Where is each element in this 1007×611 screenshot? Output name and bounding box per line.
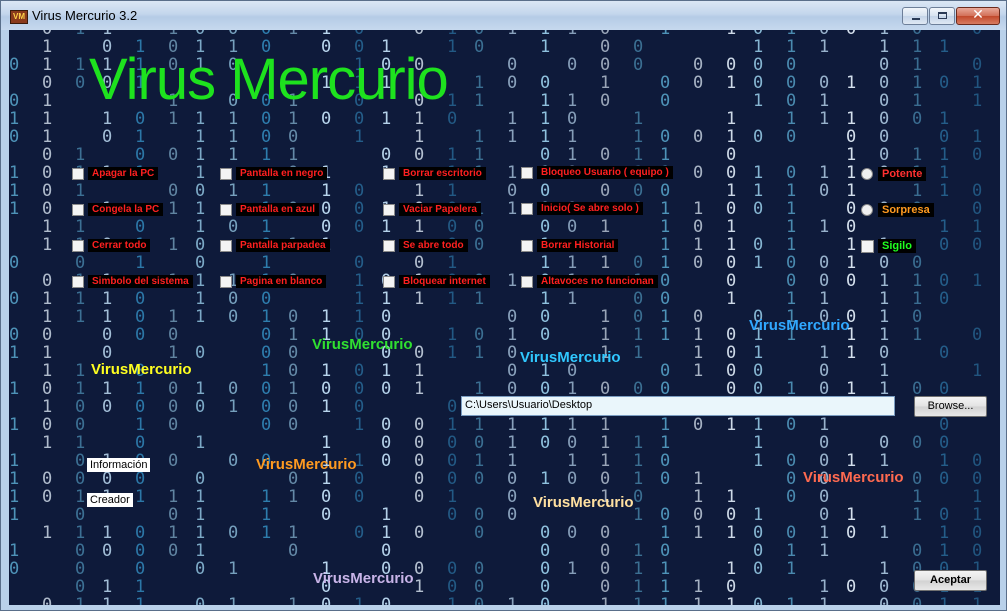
checkbox-box[interactable] — [521, 275, 533, 288]
checkbox-pantalla-azul[interactable]: Pantalla en azul — [220, 203, 320, 216]
checkbox-box[interactable] — [220, 239, 232, 252]
checkbox-label: Congela la PC — [88, 203, 164, 216]
radio-potente[interactable]: Potente — [861, 167, 927, 181]
checkbox-pagina-blanco[interactable]: Pagina en blanco — [220, 275, 327, 288]
checkbox-box[interactable] — [521, 239, 533, 252]
watermark-label: VirusMercurio — [91, 361, 192, 378]
form-client-area: 0 0 1 0 1 1 1 0 0 0 1 1 1 1 1 1 1 1 0 1 … — [9, 30, 1000, 605]
checkbox-label: Pantalla en negro — [236, 167, 328, 180]
checkbox-borrar-escritorio[interactable]: Borrar escritorio — [383, 167, 486, 180]
radio-sorpresa[interactable]: Sorpresa — [861, 203, 934, 217]
checkbox-box[interactable] — [220, 167, 232, 180]
creator-link[interactable]: Creador — [87, 493, 133, 507]
checkbox-label: Apagar la PC — [88, 167, 159, 180]
checkbox-pantalla-parpadea[interactable]: Pantalla parpadea — [220, 239, 330, 252]
minimize-icon — [912, 18, 920, 20]
checkbox-label: Pagina en blanco — [236, 275, 327, 288]
close-icon: ✕ — [972, 7, 984, 23]
checkbox-label: Cerrar todo — [88, 239, 151, 252]
info-link[interactable]: Información — [87, 458, 151, 472]
app-icon: VM — [10, 10, 28, 24]
radio-label: Potente — [878, 167, 927, 181]
checkbox-box[interactable] — [383, 275, 395, 288]
watermark-label: VirusMercurio — [313, 570, 414, 587]
checkbox-borrar-historial[interactable]: Borrar Historial — [521, 239, 619, 252]
checkbox-label: Pantalla en azul — [236, 203, 320, 216]
binary-background: 0 0 1 0 1 1 1 0 0 0 1 1 1 1 1 1 1 1 0 1 … — [9, 30, 1000, 605]
checkbox-vaciar-papelera[interactable]: Vaciar Papelera — [383, 203, 481, 216]
checkbox-apagar[interactable]: Apagar la PC — [72, 167, 159, 180]
checkbox-box[interactable] — [383, 203, 395, 216]
checkbox-label: Pantalla parpadea — [236, 239, 330, 252]
radio-dot[interactable] — [861, 204, 873, 216]
close-button[interactable]: ✕ — [956, 7, 1000, 25]
checkbox-box[interactable] — [383, 167, 395, 180]
title-bar[interactable]: VM Virus Mercurio 3.2 ✕ — [1, 1, 1006, 30]
path-input[interactable]: C:\Users\Usuario\Desktop — [461, 396, 895, 416]
browse-button[interactable]: Browse... — [914, 396, 987, 417]
checkbox-pantalla-negro[interactable]: Pantalla en negro — [220, 167, 328, 180]
checkbox-label: Simbolo del sistema — [88, 275, 193, 288]
checkbox-box[interactable] — [72, 239, 84, 252]
checkbox-box[interactable] — [220, 203, 232, 216]
checkbox-label: Borrar Historial — [537, 239, 619, 252]
checkbox-altavoces[interactable]: Altavoces no funcionan — [521, 275, 658, 288]
checkbox-simbolo[interactable]: Simbolo del sistema — [72, 275, 193, 288]
checkbox-label: Borrar escritorio — [399, 167, 486, 180]
minimize-button[interactable] — [902, 7, 928, 25]
checkbox-label: Sigilo — [878, 239, 916, 253]
maximize-icon — [938, 12, 947, 19]
binary-column: 0 0 1 1 1 0 0 0 1 0 1 0 1 0 0 0 1 1 0 0 … — [972, 30, 983, 605]
checkbox-box[interactable] — [72, 275, 84, 288]
checkbox-box[interactable] — [72, 203, 84, 216]
checkbox-label: Altavoces no funcionan — [537, 275, 658, 288]
app-window: VM Virus Mercurio 3.2 ✕ 0 0 1 0 1 1 1 0 … — [0, 0, 1007, 611]
watermark-label: VirusMercurio — [749, 317, 850, 334]
checkbox-se-abre-todo[interactable]: Se abre todo — [383, 239, 468, 252]
checkbox-box[interactable] — [861, 239, 874, 253]
page-title: Virus Mercurio — [89, 47, 449, 112]
checkbox-box[interactable] — [521, 202, 533, 215]
checkbox-bloqueo-usuario[interactable]: Bloqueo Usuario ( equipo ) — [521, 166, 673, 179]
watermark-label: VirusMercurio — [533, 494, 634, 511]
checkbox-box[interactable] — [220, 275, 232, 288]
checkbox-label: Inicio( Se abre solo ) — [537, 202, 643, 215]
maximize-button[interactable] — [929, 7, 955, 25]
radio-label: Sorpresa — [878, 203, 934, 217]
checkbox-label: Bloquear internet — [399, 275, 490, 288]
checkbox-sigilo[interactable]: Sigilo — [861, 239, 916, 253]
checkbox-box[interactable] — [383, 239, 395, 252]
watermark-label: VirusMercurio — [520, 349, 621, 366]
checkbox-box[interactable] — [72, 167, 84, 180]
accept-button[interactable]: Aceptar — [914, 570, 987, 591]
watermark-label: VirusMercurio — [256, 456, 357, 473]
checkbox-congela[interactable]: Congela la PC — [72, 203, 164, 216]
checkbox-label: Se abre todo — [399, 239, 468, 252]
checkbox-inicio[interactable]: Inicio( Se abre solo ) — [521, 202, 643, 215]
checkbox-box[interactable] — [521, 166, 533, 179]
watermark-label: VirusMercurio — [312, 336, 413, 353]
radio-dot[interactable] — [861, 168, 873, 180]
checkbox-label: Bloqueo Usuario ( equipo ) — [537, 166, 673, 179]
checkbox-cerrar[interactable]: Cerrar todo — [72, 239, 151, 252]
checkbox-label: Vaciar Papelera — [399, 203, 481, 216]
checkbox-bloquear-internet[interactable]: Bloquear internet — [383, 275, 490, 288]
window-title: Virus Mercurio 3.2 — [32, 8, 138, 23]
watermark-label: VirusMercurio — [803, 469, 904, 486]
